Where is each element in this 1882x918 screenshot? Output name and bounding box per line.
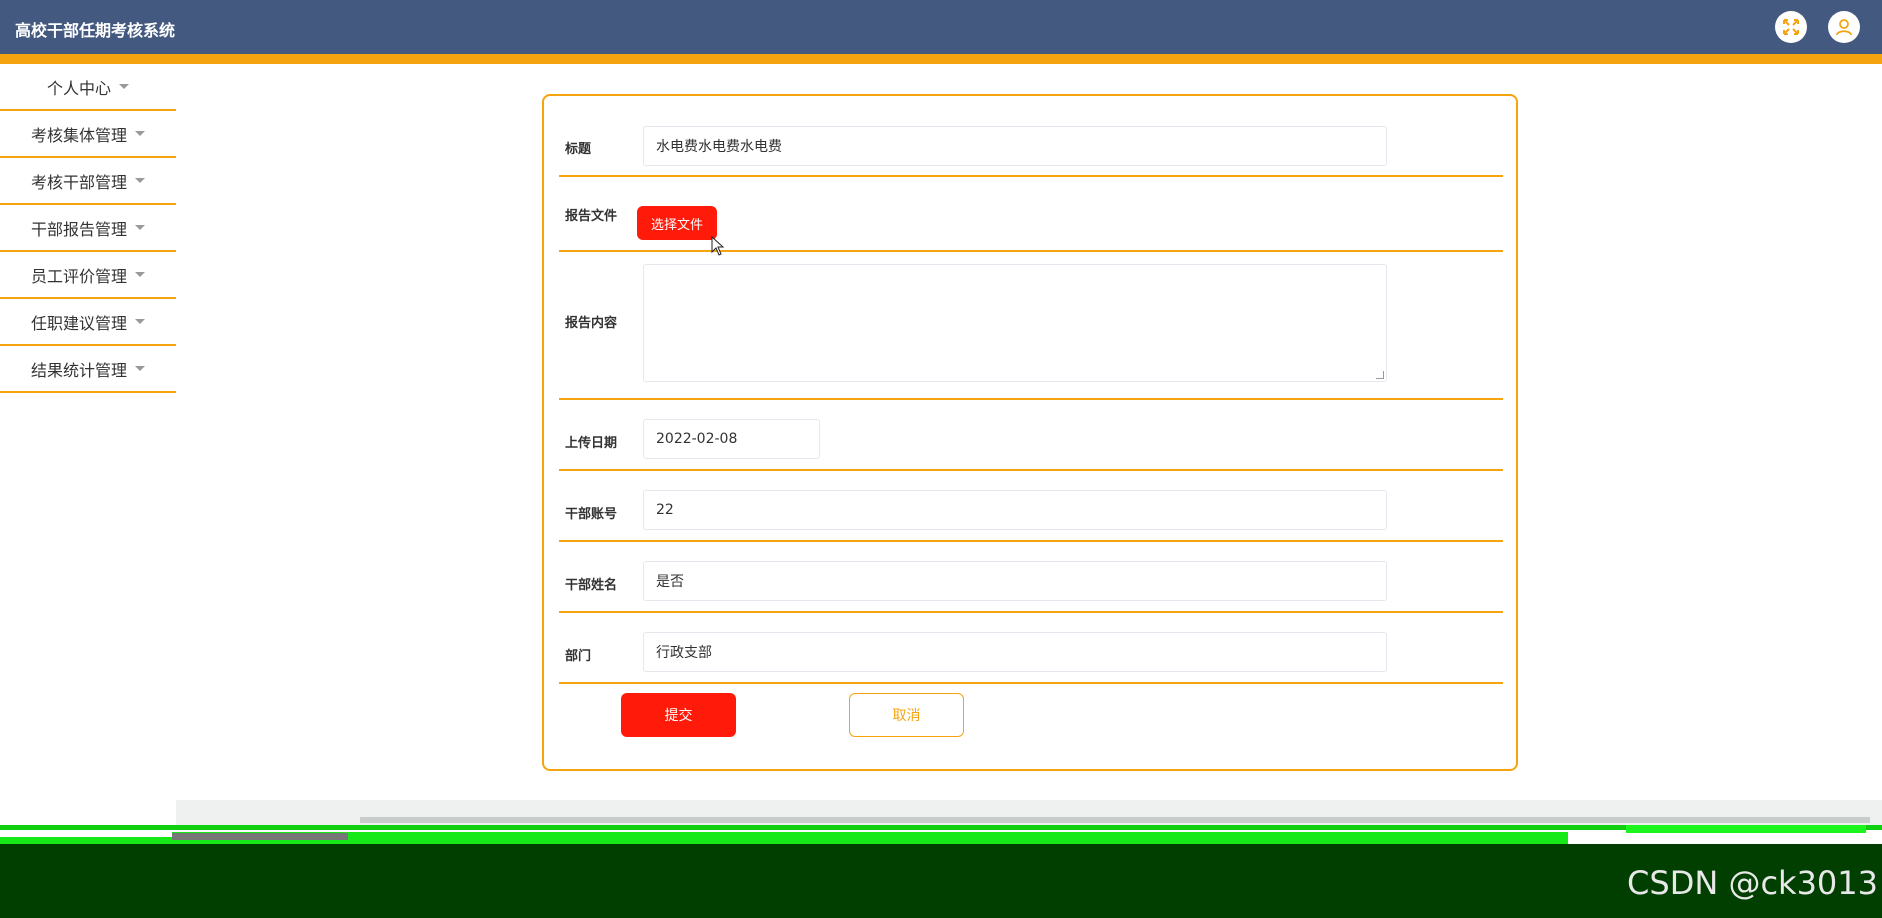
form-row-report-content: 报告内容 xyxy=(559,252,1503,400)
report-form-card: 标题 水电费水电费水电费 报告文件 报告内容 上传日期 2022-02-08 干… xyxy=(542,94,1518,771)
bottom-band xyxy=(0,844,1882,918)
header-accent-stripe xyxy=(0,54,1882,64)
form-row-upload-date: 上传日期 2022-02-08 xyxy=(559,400,1503,471)
department-input[interactable]: 行政支部 xyxy=(643,632,1387,672)
form-row-cadre-name: 干部姓名 是否 xyxy=(559,542,1503,613)
department-label: 部门 xyxy=(565,649,592,664)
cadre-account-label: 干部账号 xyxy=(565,507,618,522)
resize-handle-icon[interactable] xyxy=(1376,371,1384,379)
app-title: 高校干部任期考核系统 xyxy=(15,21,176,40)
caret-down-icon xyxy=(119,84,129,89)
render-artifact xyxy=(172,833,348,840)
cadre-name-label: 干部姓名 xyxy=(565,578,618,593)
fullscreen-icon[interactable] xyxy=(1775,11,1807,43)
top-header: 高校干部任期考核系统 xyxy=(0,0,1882,54)
sidebar-item-staff-evaluation[interactable]: 员工评价管理 xyxy=(0,252,176,299)
cadre-name-input[interactable]: 是否 xyxy=(643,561,1387,601)
watermark: CSDN @ck3013 xyxy=(1627,864,1878,902)
form-row-cadre-account: 干部账号 22 xyxy=(559,471,1503,542)
form-row-department: 部门 行政支部 xyxy=(559,613,1503,684)
caret-down-icon xyxy=(135,178,145,183)
sidebar-item-label: 干部报告管理 xyxy=(30,219,127,239)
sidebar-item-appointment-advice[interactable]: 任职建议管理 xyxy=(0,299,176,346)
report-content-label: 报告内容 xyxy=(565,316,618,331)
sidebar-item-label: 考核集体管理 xyxy=(30,125,127,145)
mouse-cursor-icon xyxy=(711,235,725,260)
title-input[interactable]: 水电费水电费水电费 xyxy=(643,126,1387,166)
upload-date-input[interactable]: 2022-02-08 xyxy=(643,419,820,459)
render-artifact xyxy=(0,831,172,837)
submit-button[interactable]: 提交 xyxy=(621,693,736,737)
sidebar-item-cadre-report[interactable]: 干部报告管理 xyxy=(0,205,176,252)
caret-down-icon xyxy=(135,366,145,371)
sidebar-item-label: 员工评价管理 xyxy=(30,266,127,286)
caret-down-icon xyxy=(135,272,145,277)
cadre-account-input[interactable]: 22 xyxy=(643,490,1387,530)
scrollbar-thumb[interactable] xyxy=(360,817,1870,823)
caret-down-icon xyxy=(135,319,145,324)
sidebar-menu: 个人中心 考核集体管理 考核干部管理 干部报告管理 员工评价管理 任职建议管理 … xyxy=(0,64,176,393)
sidebar-item-result-statistics[interactable]: 结果统计管理 xyxy=(0,346,176,393)
caret-down-icon xyxy=(135,225,145,230)
sidebar-item-personal-center[interactable]: 个人中心 xyxy=(0,64,176,111)
render-artifact xyxy=(1626,825,1866,833)
choose-file-button[interactable]: 选择文件 xyxy=(637,206,717,240)
title-label: 标题 xyxy=(565,142,592,157)
upload-date-label: 上传日期 xyxy=(565,436,618,451)
sidebar-item-label: 结果统计管理 xyxy=(30,360,127,380)
caret-down-icon xyxy=(135,131,145,136)
sidebar-item-label: 任职建议管理 xyxy=(30,313,127,333)
user-icon[interactable] xyxy=(1828,11,1860,43)
cancel-button[interactable]: 取消 xyxy=(849,693,964,737)
form-row-title: 标题 水电费水电费水电费 xyxy=(559,96,1503,177)
report-content-textarea[interactable] xyxy=(643,264,1387,382)
render-artifact xyxy=(0,825,1882,830)
sidebar-item-label: 考核干部管理 xyxy=(30,172,127,192)
sidebar-item-assessment-cadre[interactable]: 考核干部管理 xyxy=(0,158,176,205)
report-file-label: 报告文件 xyxy=(565,209,618,224)
sidebar-item-assessment-group[interactable]: 考核集体管理 xyxy=(0,111,176,158)
sidebar-item-label: 个人中心 xyxy=(46,78,111,98)
